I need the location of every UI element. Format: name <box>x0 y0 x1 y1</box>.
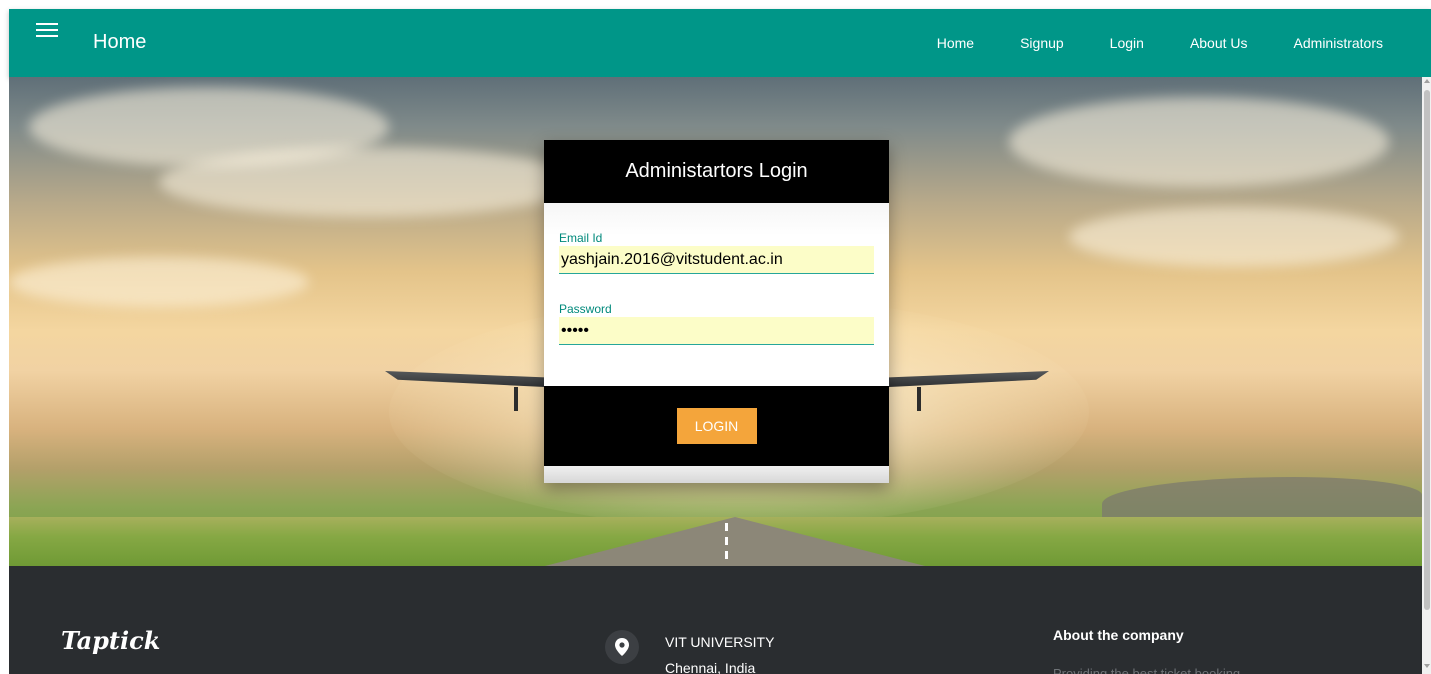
about-company-heading: About the company <box>1053 627 1184 643</box>
card-bottom-edge <box>544 466 889 483</box>
password-field-group: Password <box>559 302 874 345</box>
taptick-logo[interactable]: Taptick <box>61 626 160 655</box>
navbar-brand[interactable]: Home <box>93 31 146 54</box>
email-field-group: Email Id <box>559 231 874 274</box>
address-line-2: Chennai, India <box>665 660 756 674</box>
address-line-1: VIT UNIVERSITY <box>665 634 775 650</box>
login-card-footer: LOGIN <box>544 386 889 466</box>
nav-link-signup[interactable]: Signup <box>1020 35 1064 51</box>
admin-login-card: Administartors Login Email Id Password L… <box>544 140 889 483</box>
scrollbar-thumb[interactable] <box>1424 90 1430 610</box>
password-label: Password <box>559 302 612 316</box>
page-footer: Taptick VIT UNIVERSITY Chennai, India Ab… <box>9 566 1422 674</box>
location-pin-icon <box>605 630 639 664</box>
login-card-header: Administartors Login <box>544 140 889 203</box>
scroll-up-arrow-icon[interactable] <box>1424 79 1430 83</box>
login-card-title: Administartors Login <box>625 160 808 182</box>
nav-links: Home Signup Login About Us Administrator… <box>891 35 1383 51</box>
nav-link-login[interactable]: Login <box>1110 35 1144 51</box>
email-input[interactable] <box>559 246 874 274</box>
password-input[interactable] <box>559 317 874 345</box>
page: Home Home Signup Login About Us Administ… <box>0 0 1431 674</box>
email-label: Email Id <box>559 231 603 245</box>
scroll-down-arrow-icon[interactable] <box>1424 664 1430 668</box>
nav-link-about-us[interactable]: About Us <box>1190 35 1248 51</box>
login-form: Email Id Password <box>544 203 889 386</box>
nav-link-administrators[interactable]: Administrators <box>1294 35 1383 51</box>
top-navbar: Home Home Signup Login About Us Administ… <box>9 9 1431 77</box>
nav-link-home[interactable]: Home <box>937 35 974 51</box>
login-button[interactable]: LOGIN <box>676 408 757 444</box>
about-company-text: Providing the best ticket booking <box>1053 666 1241 674</box>
hamburger-menu-icon[interactable] <box>36 23 58 41</box>
